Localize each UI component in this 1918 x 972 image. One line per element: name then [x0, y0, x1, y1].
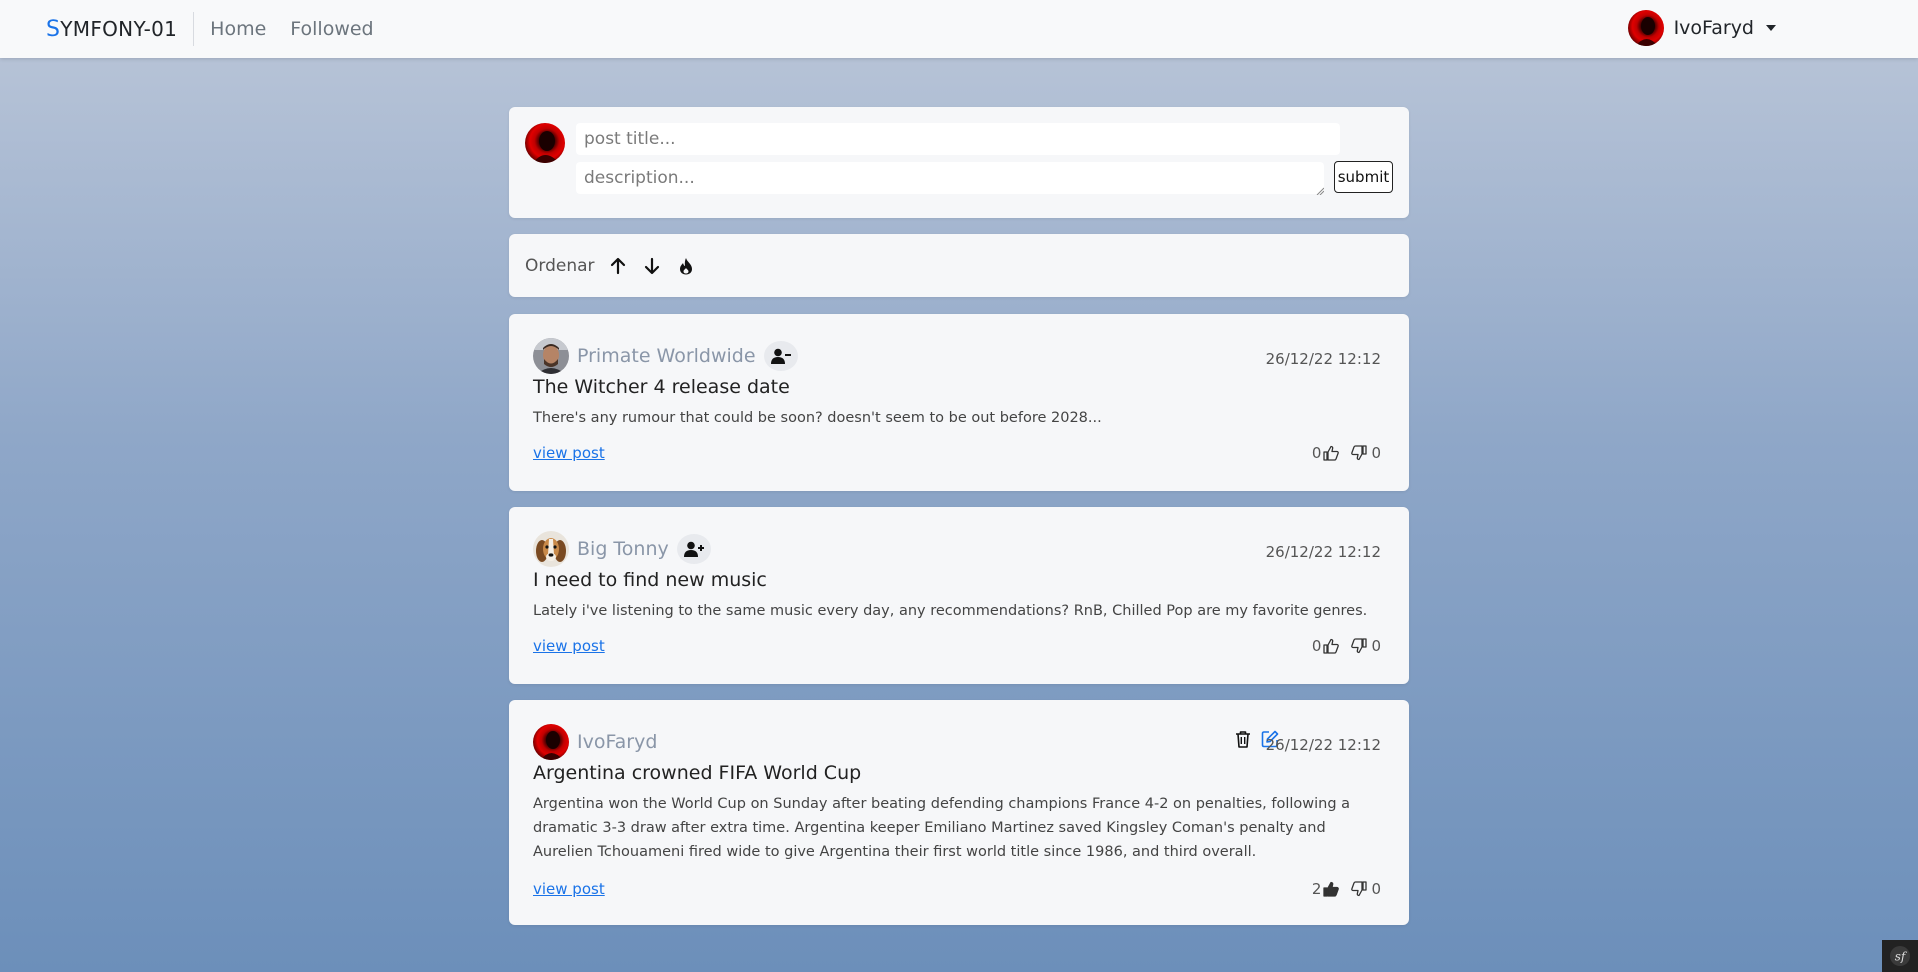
post-date: 26/12/22 12:12	[1265, 736, 1381, 754]
post-votes: 0 0	[1312, 444, 1381, 462]
view-post-link[interactable]: view post	[533, 880, 605, 898]
navbar: S YMFONY-01 Home Followed IvoFaryd	[0, 0, 1918, 58]
post-card: Primate Worldwide 26/12/22 12:12 The Wit…	[509, 314, 1409, 491]
user-plus-icon[interactable]	[676, 534, 711, 564]
trash-icon[interactable]	[1235, 730, 1251, 748]
thumbs-up-icon[interactable]	[1323, 638, 1340, 654]
post-description-input[interactable]	[576, 162, 1324, 194]
post-title: The Witcher 4 release date	[533, 376, 790, 398]
post-title: I need to find new music	[533, 569, 767, 591]
thumbs-down-icon[interactable]	[1351, 445, 1368, 461]
arrow-down-icon[interactable]	[639, 253, 665, 279]
brand-logo[interactable]: S YMFONY-01	[46, 12, 195, 46]
new-post-form: submit	[509, 107, 1409, 218]
avatar	[533, 531, 569, 567]
user-dropdown[interactable]: IvoFaryd	[1627, 10, 1776, 46]
user-name: IvoFaryd	[1673, 17, 1754, 39]
brand-initial: S	[46, 16, 61, 42]
nav-followed-link[interactable]: Followed	[290, 18, 373, 40]
nav-home-link[interactable]: Home	[210, 18, 266, 40]
like-count: 2	[1311, 880, 1322, 898]
post-date: 26/12/22 12:12	[1265, 543, 1381, 561]
thumbs-up-icon[interactable]	[1323, 445, 1340, 461]
post-title-input[interactable]	[576, 123, 1340, 155]
post-description: Argentina won the World Cup on Sunday af…	[533, 796, 1351, 860]
sort-bar: Ordenar	[509, 234, 1409, 297]
avatar	[533, 724, 569, 760]
symfony-toolbar-toggle[interactable]: sf	[1882, 940, 1918, 972]
dislike-count: 0	[1371, 637, 1381, 655]
post-title: Argentina crowned FIFA World Cup	[533, 762, 862, 784]
arrow-up-icon[interactable]	[605, 253, 631, 279]
post-author[interactable]: Primate Worldwide	[577, 345, 756, 367]
post-card: Big Tonny 26/12/22 12:12 I need to find …	[509, 507, 1409, 684]
brand-name: YMFONY-01	[60, 17, 178, 41]
like-count: 0	[1311, 444, 1322, 462]
post-description: There's any rumour that could be soon? d…	[533, 410, 1102, 426]
flame-icon[interactable]	[673, 253, 699, 279]
avatar	[533, 338, 569, 374]
symfony-logo-icon: sf	[1890, 946, 1910, 966]
dislike-count: 0	[1371, 444, 1381, 462]
post-votes: 2 0	[1312, 880, 1381, 898]
resize-grip-icon[interactable]	[1316, 187, 1324, 195]
sort-label: Ordenar	[525, 255, 595, 276]
avatar	[1627, 10, 1664, 46]
post-author[interactable]: Big Tonny	[577, 538, 669, 560]
chevron-down-icon	[1766, 25, 1776, 31]
dislike-count: 0	[1371, 880, 1381, 898]
post-description: Lately i've listening to the same music …	[533, 603, 1368, 619]
post-votes: 0 0	[1312, 637, 1381, 655]
post-card: IvoFaryd 26/12/22 12:12 Argentina crowne…	[509, 700, 1409, 925]
submit-button[interactable]: submit	[1334, 161, 1393, 193]
avatar	[525, 123, 565, 163]
post-date: 26/12/22 12:12	[1265, 350, 1381, 368]
thumbs-down-icon[interactable]	[1351, 638, 1368, 654]
view-post-link[interactable]: view post	[533, 444, 605, 462]
thumbs-up-filled-icon[interactable]	[1323, 881, 1340, 897]
like-count: 0	[1311, 637, 1322, 655]
view-post-link[interactable]: view post	[533, 637, 605, 655]
thumbs-down-icon[interactable]	[1351, 881, 1368, 897]
post-author[interactable]: IvoFaryd	[577, 731, 657, 753]
user-minus-icon[interactable]	[763, 341, 798, 371]
